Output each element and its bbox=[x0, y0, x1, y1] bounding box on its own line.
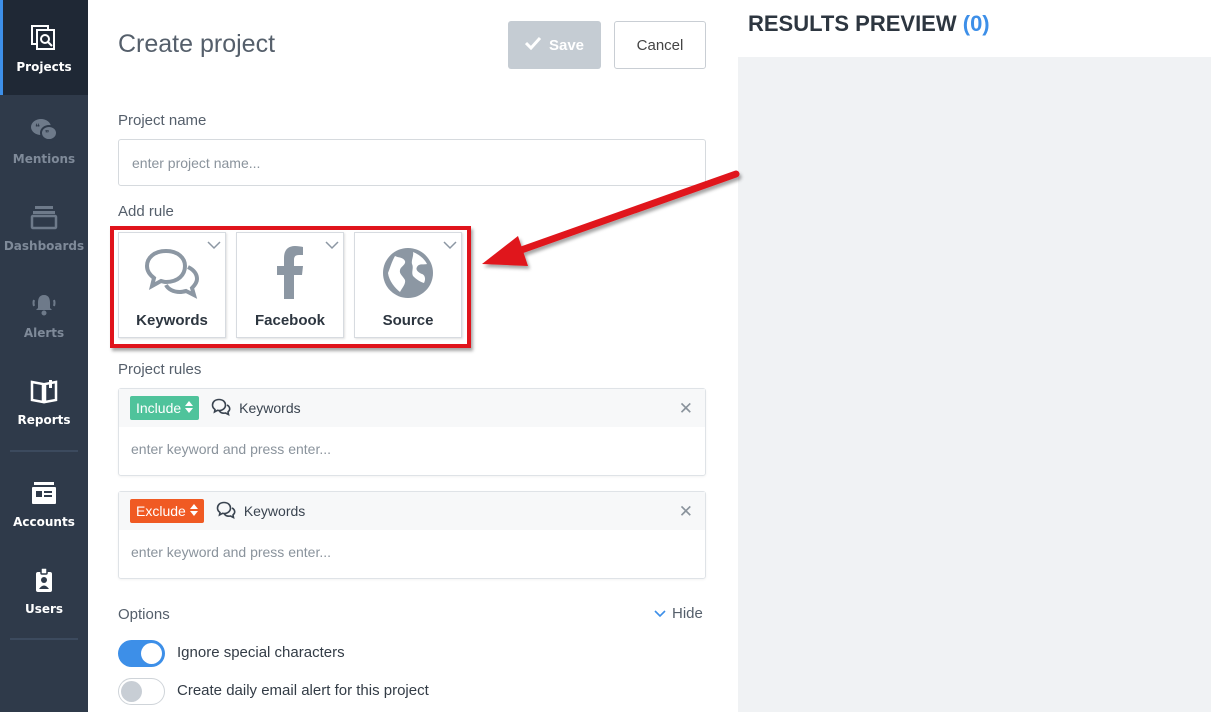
sidebar-item-accounts[interactable]: Accounts bbox=[0, 458, 88, 548]
results-preview-header: RESULTS PREVIEW (0) bbox=[738, 0, 1211, 57]
rule-tile-keywords[interactable]: Keywords bbox=[118, 232, 226, 338]
sidebar-item-reports[interactable]: Reports bbox=[0, 356, 88, 446]
projects-icon bbox=[28, 22, 60, 54]
sidebar-item-label: Projects bbox=[16, 59, 72, 74]
exclude-mode-select[interactable]: Exclude bbox=[130, 499, 204, 523]
chevron-down-icon[interactable] bbox=[325, 235, 339, 250]
sidebar-item-projects[interactable]: Projects bbox=[0, 0, 88, 95]
ignore-special-characters-toggle[interactable] bbox=[118, 640, 165, 667]
save-button-label: Save bbox=[548, 36, 585, 54]
project-name-placeholder: enter project name... bbox=[132, 154, 261, 171]
sidebar-item-alerts[interactable]: Alerts bbox=[0, 269, 88, 359]
hide-options-button[interactable]: Hide bbox=[654, 605, 703, 622]
accounts-icon bbox=[28, 477, 60, 509]
sidebar: Projects ❝ ❞ Mentions Dashboards Alerts R… bbox=[0, 0, 88, 712]
add-rule-label: Add rule bbox=[118, 203, 174, 220]
rule-tile-source[interactable]: Source bbox=[354, 232, 462, 338]
cancel-button[interactable]: Cancel bbox=[614, 21, 706, 69]
results-preview-panel: RESULTS PREVIEW (0) bbox=[738, 0, 1211, 712]
rule-tile-label: Facebook bbox=[254, 312, 326, 329]
keyword-input[interactable]: enter keyword and press enter... bbox=[131, 544, 331, 560]
rule-type: Keywords bbox=[216, 501, 305, 522]
rule-type-label: Keywords bbox=[239, 400, 301, 416]
page-title: Create project bbox=[118, 30, 276, 58]
save-button[interactable]: Save bbox=[508, 21, 601, 69]
create-project-form: Create project Save Cancel Project name … bbox=[88, 0, 738, 712]
rule-card-include: Include Keywords ✕ enter keyword and pre… bbox=[118, 388, 706, 476]
project-name-label: Project name bbox=[118, 112, 207, 129]
sidebar-item-label: Mentions bbox=[12, 152, 76, 166]
reports-icon bbox=[28, 375, 60, 407]
rule-card-header: Exclude Keywords ✕ bbox=[119, 492, 705, 530]
sidebar-item-label: Accounts bbox=[13, 515, 75, 529]
svg-text:❝: ❝ bbox=[35, 123, 40, 133]
checkmark-icon bbox=[524, 36, 542, 54]
sidebar-divider bbox=[10, 638, 78, 640]
facebook-icon bbox=[260, 243, 320, 303]
results-preview-title: RESULTS PREVIEW (0) bbox=[748, 11, 990, 37]
project-rules-label: Project rules bbox=[118, 361, 202, 378]
users-icon bbox=[28, 564, 60, 596]
sidebar-item-dashboards[interactable]: Dashboards bbox=[0, 182, 88, 272]
project-name-input[interactable]: enter project name... bbox=[118, 139, 706, 186]
sort-arrows-icon bbox=[189, 503, 198, 519]
close-icon[interactable]: ✕ bbox=[679, 399, 693, 419]
sidebar-item-users[interactable]: Users bbox=[0, 545, 88, 635]
include-mode-label: Include bbox=[136, 400, 182, 416]
close-icon[interactable]: ✕ bbox=[679, 502, 693, 522]
sort-arrows-icon bbox=[185, 400, 194, 416]
results-count: (0) bbox=[962, 11, 990, 36]
chevron-down-icon[interactable] bbox=[207, 235, 221, 250]
svg-text:❞: ❞ bbox=[45, 129, 49, 138]
speech-bubbles-icon bbox=[211, 398, 231, 419]
rule-type-label: Keywords bbox=[243, 503, 306, 519]
rule-card-header: Include Keywords ✕ bbox=[119, 389, 705, 427]
options-label: Options bbox=[118, 606, 170, 623]
sidebar-item-label: Dashboards bbox=[3, 239, 85, 253]
rule-type: Keywords bbox=[211, 398, 301, 419]
sidebar-item-label: Alerts bbox=[23, 326, 65, 340]
mentions-icon: ❝ ❞ bbox=[28, 114, 60, 146]
sidebar-item-label: Reports bbox=[17, 413, 71, 427]
rule-card-exclude: Exclude Keywords ✕ enter keyword and pre… bbox=[118, 491, 706, 579]
globe-icon bbox=[378, 243, 438, 303]
rule-tile-label: Source bbox=[382, 312, 434, 329]
option-label: Ignore special characters bbox=[177, 644, 345, 661]
results-preview-title-text: RESULTS PREVIEW bbox=[748, 11, 957, 36]
include-mode-select[interactable]: Include bbox=[130, 396, 200, 420]
toggle-knob bbox=[121, 681, 142, 702]
rule-tile-label: Keywords bbox=[136, 312, 208, 329]
add-rule-tiles: Keywords Facebook Source bbox=[118, 232, 468, 340]
exclude-mode-label: Exclude bbox=[136, 503, 186, 519]
chevron-down-icon bbox=[654, 605, 666, 622]
keyword-input[interactable]: enter keyword and press enter... bbox=[131, 441, 331, 457]
daily-email-alert-toggle[interactable] bbox=[118, 678, 165, 705]
toggle-knob bbox=[141, 643, 162, 664]
speech-bubbles-icon bbox=[142, 243, 202, 303]
sidebar-divider bbox=[10, 450, 78, 452]
hide-label: Hide bbox=[672, 605, 703, 622]
sidebar-item-mentions[interactable]: ❝ ❞ Mentions bbox=[0, 95, 88, 185]
speech-bubbles-icon bbox=[216, 501, 236, 522]
option-label: Create daily email alert for this projec… bbox=[177, 682, 429, 699]
dashboards-icon bbox=[28, 201, 60, 233]
sidebar-item-label: Users bbox=[24, 602, 64, 616]
rule-tile-facebook[interactable]: Facebook bbox=[236, 232, 344, 338]
chevron-down-icon[interactable] bbox=[443, 235, 457, 250]
alerts-icon bbox=[28, 288, 60, 320]
